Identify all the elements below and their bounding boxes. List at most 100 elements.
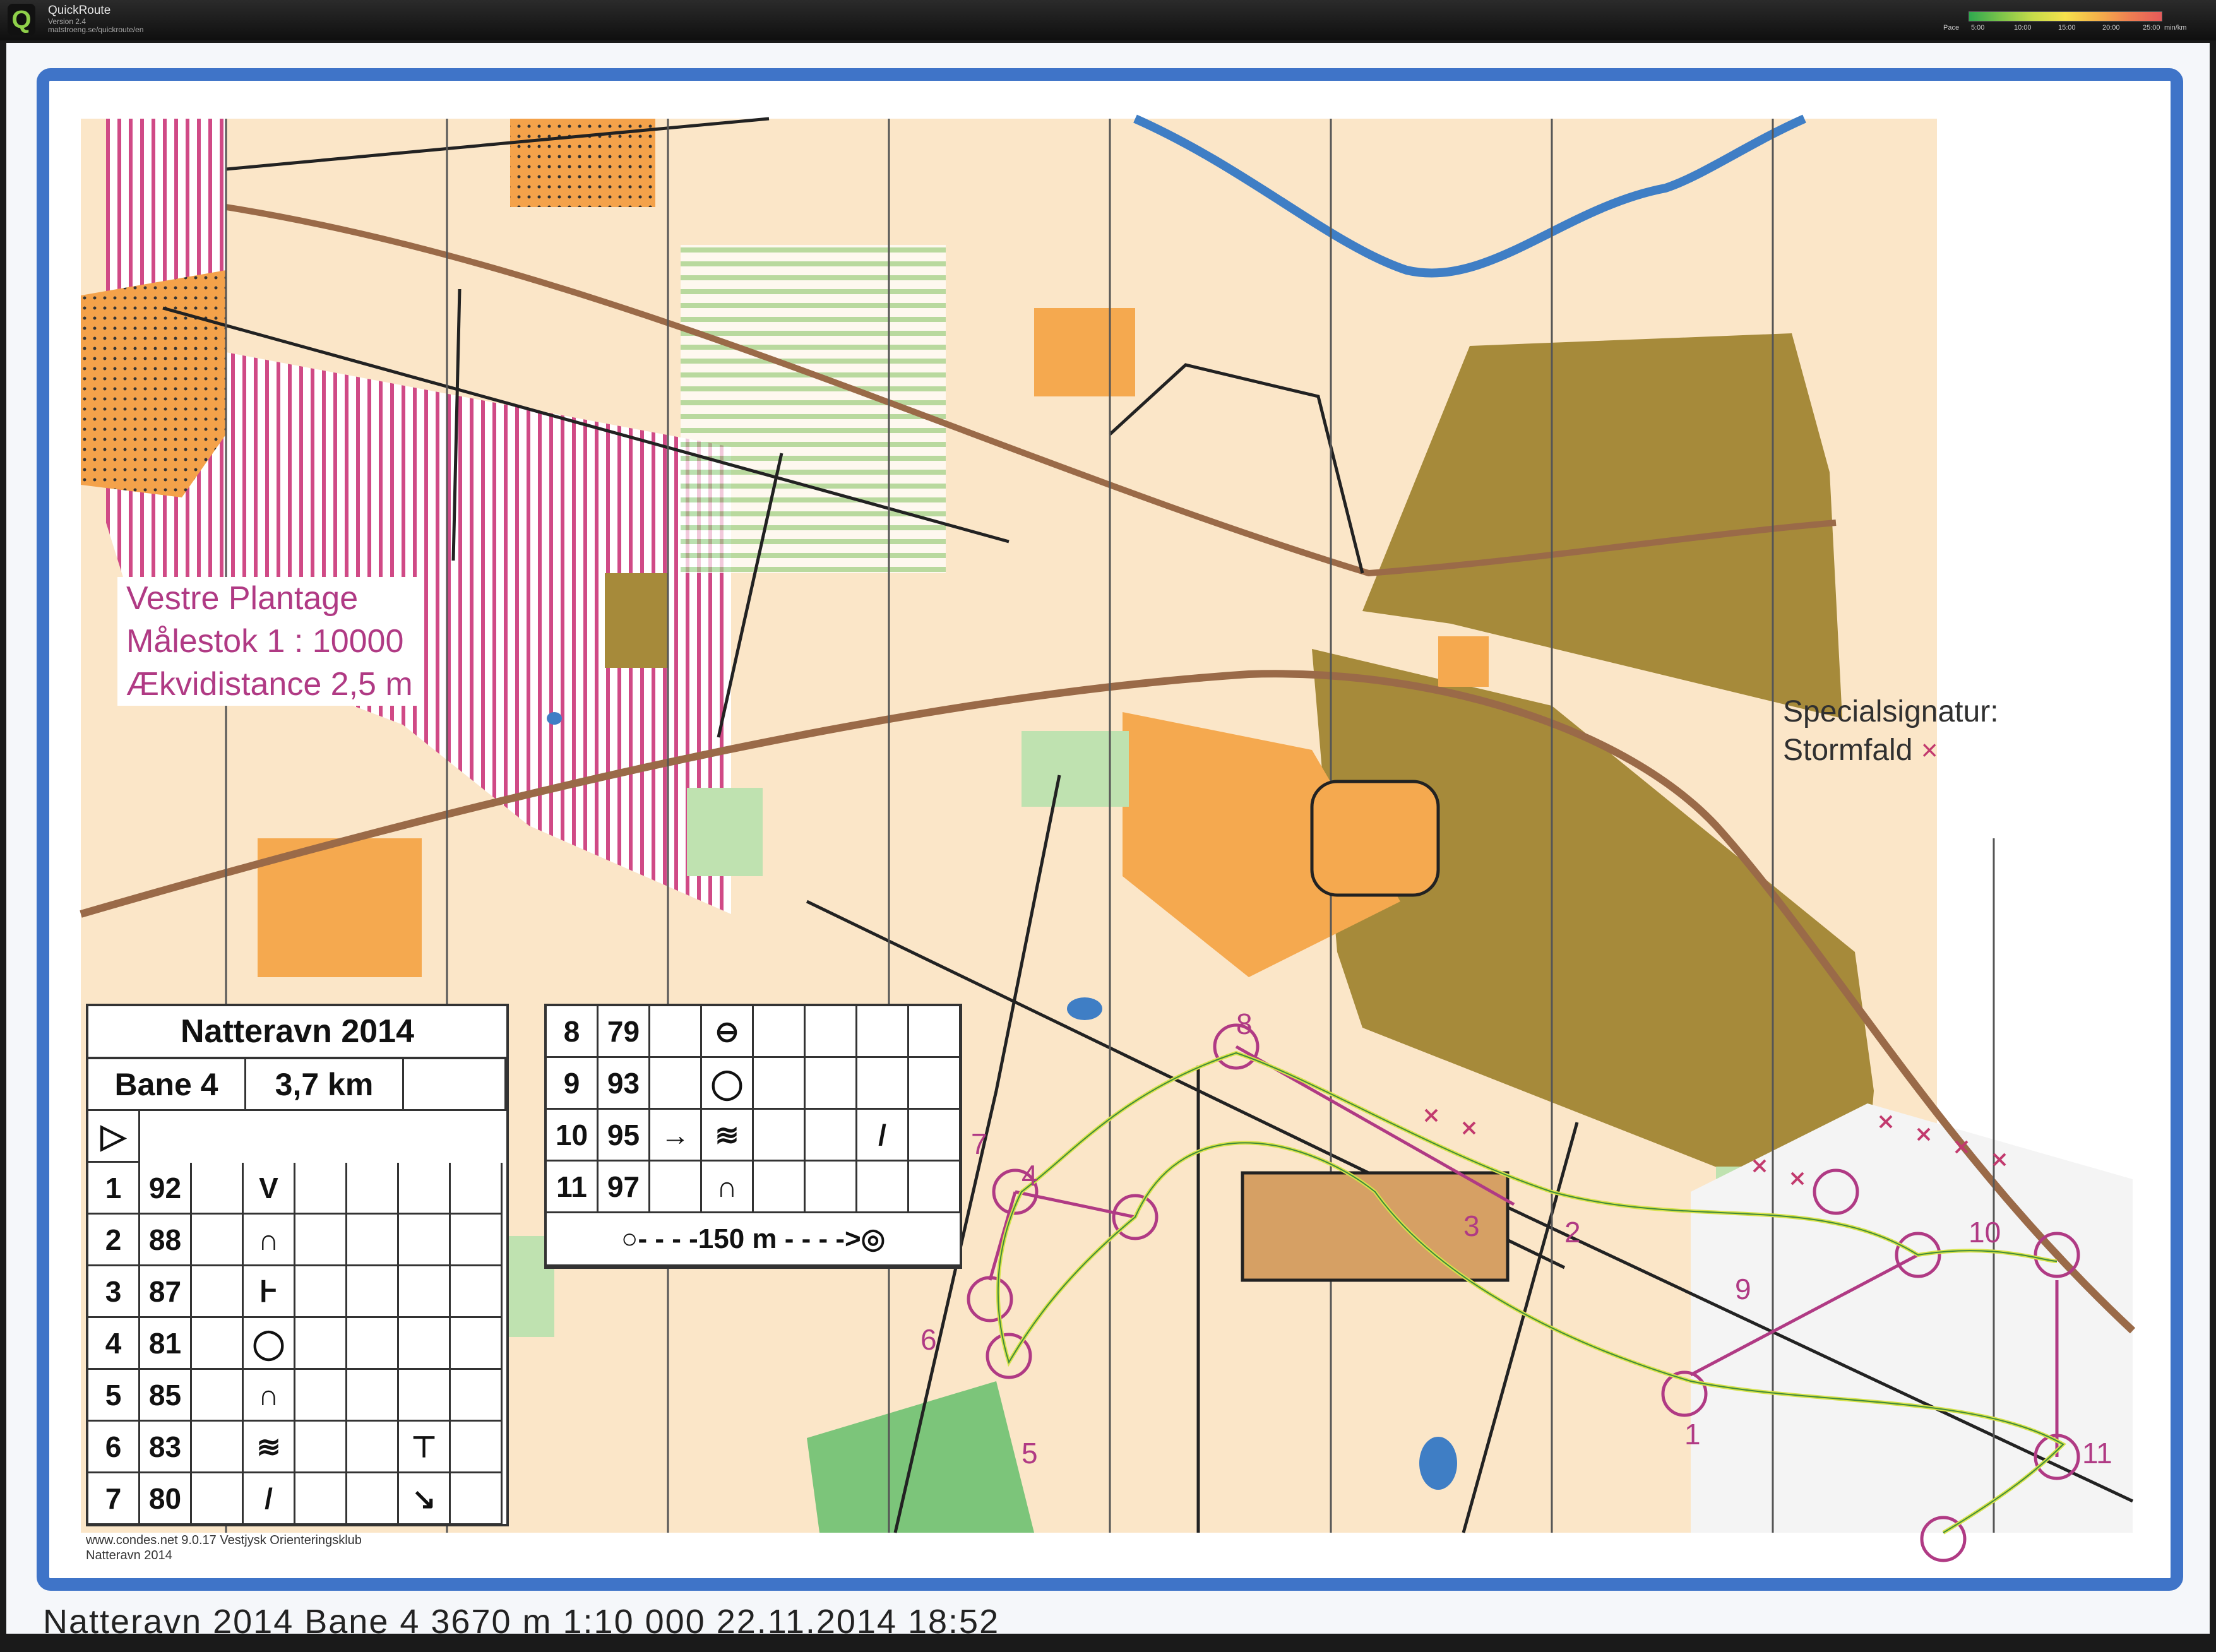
description-cell <box>650 1006 702 1058</box>
control-code: 93 <box>599 1058 650 1110</box>
control-code: 92 <box>140 1163 192 1215</box>
description-cell: / <box>244 1473 295 1525</box>
description-cell <box>295 1370 347 1422</box>
control-sequence: 10 <box>547 1110 599 1162</box>
description-cell: ⊖ <box>702 1006 754 1058</box>
description-cell <box>857 1058 909 1110</box>
footer-event: Natteravn 2014 <box>86 1548 172 1562</box>
map-legend-text: Vestre Plantage Målestok 1 : 10000 Ækvid… <box>117 577 422 706</box>
pace-tick: 15:00 <box>2058 24 2076 32</box>
special-symbol-item: Stormfald × <box>1783 734 1938 767</box>
description-cell <box>192 1163 244 1215</box>
control-sequence: 5 <box>88 1370 140 1422</box>
blank-cell <box>404 1059 506 1111</box>
description-cell <box>192 1266 244 1318</box>
description-cell: ≋ <box>702 1110 754 1162</box>
description-cell: → <box>650 1110 702 1162</box>
control-description-sheet: Natteravn 2014 Bane 4 3,7 km ▷ 1 92 V 2 88 ∩ 3… <box>86 1004 509 1526</box>
description-cell <box>754 1006 806 1058</box>
description-cell <box>451 1422 503 1473</box>
control-code: 83 <box>140 1422 192 1473</box>
description-cell <box>347 1422 399 1473</box>
control-code: 95 <box>599 1110 650 1162</box>
description-cell <box>399 1215 451 1266</box>
description-cell <box>192 1473 244 1525</box>
finish-leg: ○- - - -150 m - - - ->◎ <box>547 1213 960 1266</box>
description-cell <box>650 1058 702 1110</box>
pace-legend-label: Pace <box>1943 24 1960 32</box>
control-sequence: 1 <box>88 1163 140 1215</box>
description-cell <box>295 1422 347 1473</box>
description-cell <box>451 1163 503 1215</box>
control-code: 87 <box>140 1266 192 1318</box>
pace-tick: 25:00 <box>2143 24 2160 32</box>
description-cell <box>192 1215 244 1266</box>
description-cell <box>909 1006 961 1058</box>
control-number: 4 <box>1022 1159 1038 1192</box>
description-cell <box>806 1110 857 1162</box>
description-cell <box>192 1318 244 1370</box>
control-number: 7 <box>971 1127 987 1160</box>
description-cell <box>909 1162 961 1213</box>
description-cell <box>806 1162 857 1213</box>
map-footer: www.condes.net 9.0.17 Vestjysk Orienteri… <box>86 1533 362 1563</box>
control-code: 85 <box>140 1370 192 1422</box>
pace-color-bar <box>1969 11 2162 21</box>
control-code: 97 <box>599 1162 650 1213</box>
description-cell: ∩ <box>244 1370 295 1422</box>
description-cell <box>451 1473 503 1525</box>
control-code: 79 <box>599 1006 650 1058</box>
description-cell: ◯ <box>244 1318 295 1370</box>
description-cell <box>295 1163 347 1215</box>
control-sequence: 9 <box>547 1058 599 1110</box>
control-code: 88 <box>140 1215 192 1266</box>
pace-tick: 5:00 <box>1971 24 1985 32</box>
description-cell <box>347 1163 399 1215</box>
orienteering-map[interactable]: 4 7 6 5 8 3 2 1 9 10 11 Vestre Plantage … <box>37 68 2183 1591</box>
control-number: 8 <box>1236 1007 1253 1040</box>
control-sequence: 3 <box>88 1266 140 1318</box>
description-cell <box>909 1110 961 1162</box>
app-url[interactable]: matstroeng.se/quickroute/en <box>48 25 143 34</box>
description-cell <box>806 1006 857 1058</box>
pace-unit: min/km <box>2164 24 2187 32</box>
description-cell <box>451 1215 503 1266</box>
course-length: 3,7 km <box>246 1059 404 1111</box>
control-number: 5 <box>1022 1437 1038 1470</box>
description-cell <box>806 1058 857 1110</box>
description-cell: Ͱ <box>244 1266 295 1318</box>
description-cell <box>451 1266 503 1318</box>
description-cell <box>295 1215 347 1266</box>
description-cell <box>347 1473 399 1525</box>
control-code: 81 <box>140 1318 192 1370</box>
description-cell <box>754 1110 806 1162</box>
description-cell <box>295 1266 347 1318</box>
scale-text: Målestok 1 : 10000 <box>126 623 404 660</box>
description-cell <box>192 1422 244 1473</box>
description-cell: / <box>857 1110 909 1162</box>
app-version: Version 2.4 <box>48 17 86 26</box>
control-number: 11 <box>2082 1437 2112 1470</box>
description-cell <box>399 1370 451 1422</box>
start-triangle-icon: ▷ <box>88 1111 140 1163</box>
description-cell: ≋ <box>244 1422 295 1473</box>
route-caption: Natteravn 2014 Bane 4 3670 m 1:10 000 22… <box>43 1603 1000 1641</box>
event-title: Natteravn 2014 <box>88 1006 506 1059</box>
description-cell <box>347 1370 399 1422</box>
description-cell <box>192 1370 244 1422</box>
description-cell: ∩ <box>702 1162 754 1213</box>
control-number: 10 <box>1969 1216 2001 1249</box>
contour-text: Ækvidistance 2,5 m <box>126 666 413 703</box>
description-cell <box>399 1163 451 1215</box>
scanned-map-sheet: 4 7 6 5 8 3 2 1 9 10 11 Vestre Plantage … <box>6 43 2210 1641</box>
control-sequence: 8 <box>547 1006 599 1058</box>
pace-legend: Pace 5:00 10:00 15:00 20:00 25:00 min/km <box>1943 8 2186 33</box>
special-symbol-legend: Specialsignatur: Stormfald × <box>1783 693 1999 770</box>
description-cell <box>857 1162 909 1213</box>
description-cell: ↘ <box>399 1473 451 1525</box>
control-code: 80 <box>140 1473 192 1525</box>
description-cell <box>857 1006 909 1058</box>
pace-tick: 20:00 <box>2102 24 2120 32</box>
description-cell <box>347 1215 399 1266</box>
description-cell <box>399 1266 451 1318</box>
